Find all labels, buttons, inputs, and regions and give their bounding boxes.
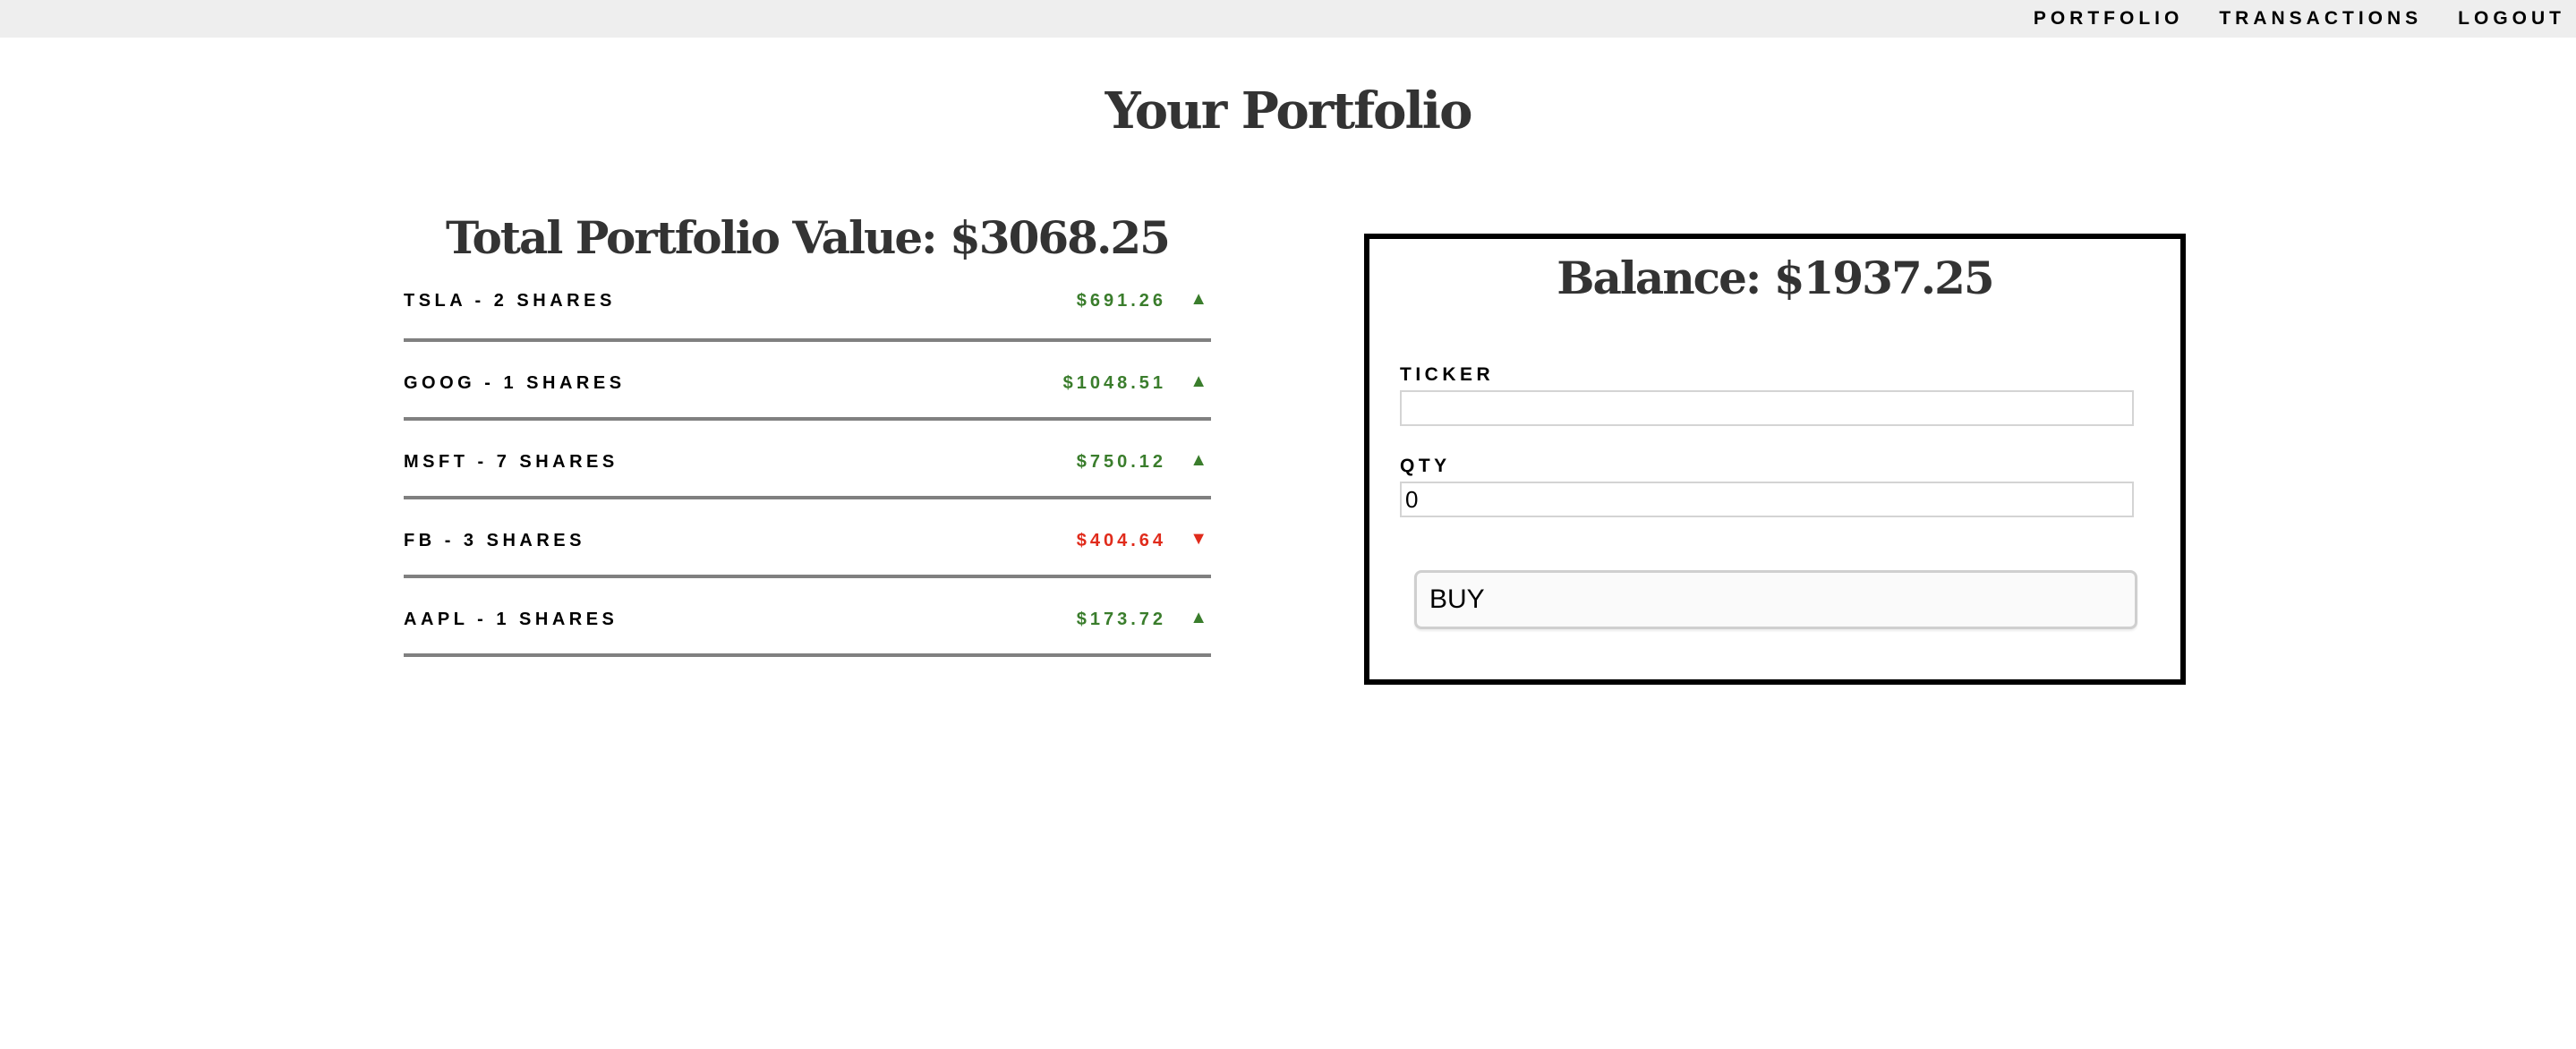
page-title: Your Portfolio: [1105, 81, 1473, 141]
up-arrow-icon: ▲: [1190, 289, 1207, 309]
holding-label: FB - 3 SHARES: [404, 531, 585, 550]
holding-value: $1048.51: [1062, 373, 1166, 393]
holding-row: MSFT - 7 SHARES $750.12 ▲: [404, 421, 1211, 499]
nav-portfolio-link[interactable]: PORTFOLIO: [2034, 8, 2184, 30]
holding-row: GOOG - 1 SHARES $1048.51 ▲: [404, 342, 1211, 421]
qty-input[interactable]: [1400, 482, 2134, 517]
holding-value: $691.26: [1076, 291, 1166, 311]
holding-row: FB - 3 SHARES $404.64 ▼: [404, 499, 1211, 578]
nav-transactions-link[interactable]: TRANSACTIONS: [2219, 8, 2422, 30]
portfolio-panel: Total Portfolio Value: $3068.25 TSLA - 2…: [404, 206, 1211, 657]
holding-label: MSFT - 7 SHARES: [404, 452, 618, 472]
holding-value: $404.64: [1076, 531, 1166, 550]
buy-form-panel: Balance: $1937.25 TICKER QTY BUY: [1364, 234, 2186, 685]
nav-links: PORTFOLIO TRANSACTIONS LOGOUT: [1998, 0, 2565, 38]
holding-value: $173.72: [1076, 610, 1166, 629]
ticker-label: TICKER: [1400, 364, 1495, 385]
qty-label: QTY: [1400, 456, 1451, 476]
top-nav-bar: PORTFOLIO TRANSACTIONS LOGOUT: [0, 0, 2576, 38]
balance-heading: Balance: $1937.25: [1557, 252, 1994, 304]
holding-label: GOOG - 1 SHARES: [404, 373, 626, 393]
holding-value: $750.12: [1076, 452, 1166, 472]
total-portfolio-value: Total Portfolio Value: $3068.25: [446, 211, 1171, 264]
down-arrow-icon: ▼: [1190, 529, 1207, 549]
holding-row: TSLA - 2 SHARES $691.26 ▲: [404, 270, 1211, 342]
holding-label: TSLA - 2 SHARES: [404, 291, 616, 311]
ticker-input[interactable]: [1400, 390, 2134, 426]
holdings-list: TSLA - 2 SHARES $691.26 ▲ GOOG - 1 SHARE…: [404, 270, 1211, 657]
up-arrow-icon: ▲: [1190, 371, 1207, 391]
up-arrow-icon: ▲: [1190, 608, 1207, 627]
nav-logout-link[interactable]: LOGOUT: [2458, 8, 2565, 30]
buy-button[interactable]: BUY: [1414, 570, 2137, 629]
up-arrow-icon: ▲: [1190, 450, 1207, 470]
holding-row: AAPL - 1 SHARES $173.72 ▲: [404, 578, 1211, 657]
holding-label: AAPL - 1 SHARES: [404, 610, 618, 629]
